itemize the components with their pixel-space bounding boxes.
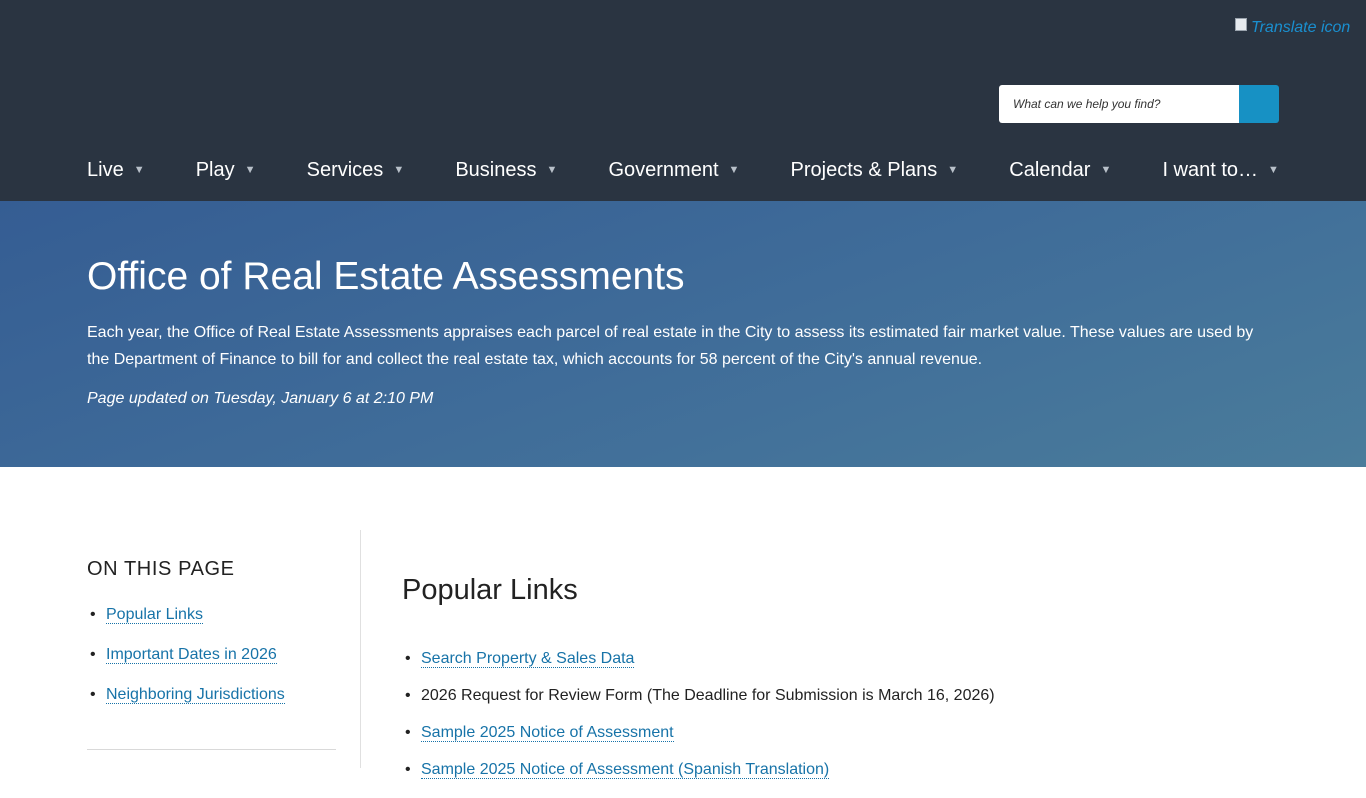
sidebar-heading: ON THIS PAGE <box>87 558 235 580</box>
page-title: Office of Real Estate Assessments <box>87 255 685 298</box>
translate-alt-text: Translate icon <box>1251 19 1351 36</box>
list-item: 2026 Request for Review Form (The Deadli… <box>405 687 1281 724</box>
section-heading: Popular Links <box>402 574 578 606</box>
caret-down-icon: ▼ <box>947 164 959 176</box>
caret-down-icon: ▼ <box>546 164 558 176</box>
list-item: Neighboring Jurisdictions <box>90 686 285 726</box>
page-intro: Each year, the Office of Real Estate Ass… <box>87 324 1254 368</box>
main-navigation: Live ▼ Play ▼ Services ▼ Business ▼ Governme… <box>87 150 1279 190</box>
on-this-page-sidebar: ON THIS PAGE Popular Links Important Dat… <box>87 530 361 768</box>
link-search-property-sales[interactable]: Search Property & Sales Data <box>421 650 635 668</box>
link-sample-notice-spanish[interactable]: Sample 2025 Notice of Assessment (Spanis… <box>421 761 830 779</box>
request-for-review-text: 2026 Request for Review Form (The Deadli… <box>421 687 995 704</box>
list-item: Sample 2025 Notice of Assessment (Spanis… <box>405 761 1281 798</box>
sidebar-link-neighboring-jurisdictions[interactable]: Neighboring Jurisdictions <box>106 686 285 704</box>
nav-item-play[interactable]: Play ▼ <box>196 159 256 182</box>
search-button[interactable] <box>1239 85 1279 123</box>
nav-item-projects-plans[interactable]: Projects & Plans ▼ <box>791 159 959 182</box>
site-search <box>999 85 1279 123</box>
caret-down-icon: ▼ <box>728 164 740 176</box>
nav-item-label: Government <box>608 158 719 181</box>
link-sample-notice-of-assessment[interactable]: Sample 2025 Notice of Assessment <box>421 724 674 742</box>
caret-down-icon: ▼ <box>133 164 145 176</box>
translate-link[interactable]: Translate icon <box>1235 17 1350 39</box>
list-item: Important Dates in 2026 <box>90 646 285 686</box>
sidebar-link-popular-links[interactable]: Popular Links <box>106 606 203 624</box>
nav-item-label: Projects & Plans <box>790 158 938 181</box>
sidebar-link-list: Popular Links Important Dates in 2026 Ne… <box>90 606 285 726</box>
caret-down-icon: ▼ <box>1100 164 1112 176</box>
popular-links-list: Search Property & Sales Data 2026 Reques… <box>405 650 1281 798</box>
caret-down-icon: ▼ <box>1268 164 1279 176</box>
nav-item-label: Calendar <box>1009 158 1091 181</box>
nav-item-business[interactable]: Business ▼ <box>455 159 557 182</box>
caret-down-icon: ▼ <box>244 164 256 176</box>
site-header: Translate icon Live ▼ Play ▼ Services ▼ Bus… <box>0 0 1366 201</box>
search-input[interactable] <box>999 85 1239 123</box>
sidebar-divider <box>87 749 336 750</box>
list-item: Search Property & Sales Data <box>405 650 1281 687</box>
nav-item-services[interactable]: Services ▼ <box>307 159 405 182</box>
nav-item-label: Live <box>87 158 124 181</box>
page-updated-timestamp: Page updated on Tuesday, January 6 at 2:… <box>87 390 434 407</box>
sidebar-link-important-dates[interactable]: Important Dates in 2026 <box>106 646 277 664</box>
nav-item-i-want-to[interactable]: I want to… ▼ <box>1162 159 1279 182</box>
list-item: Sample 2025 Notice of Assessment <box>405 724 1281 761</box>
list-item: Popular Links <box>90 606 285 646</box>
caret-down-icon: ▼ <box>393 164 405 176</box>
nav-item-calendar[interactable]: Calendar ▼ <box>1009 159 1111 182</box>
nav-item-government[interactable]: Government ▼ <box>608 159 739 182</box>
nav-item-label: Services <box>306 158 384 181</box>
translate-icon <box>1235 17 1247 31</box>
nav-item-label: Play <box>195 158 235 181</box>
nav-item-label: Business <box>455 158 537 181</box>
hero-banner: Office of Real Estate Assessments Each y… <box>0 201 1366 467</box>
nav-item-label: I want to… <box>1162 158 1259 181</box>
nav-item-live[interactable]: Live ▼ <box>87 159 145 182</box>
